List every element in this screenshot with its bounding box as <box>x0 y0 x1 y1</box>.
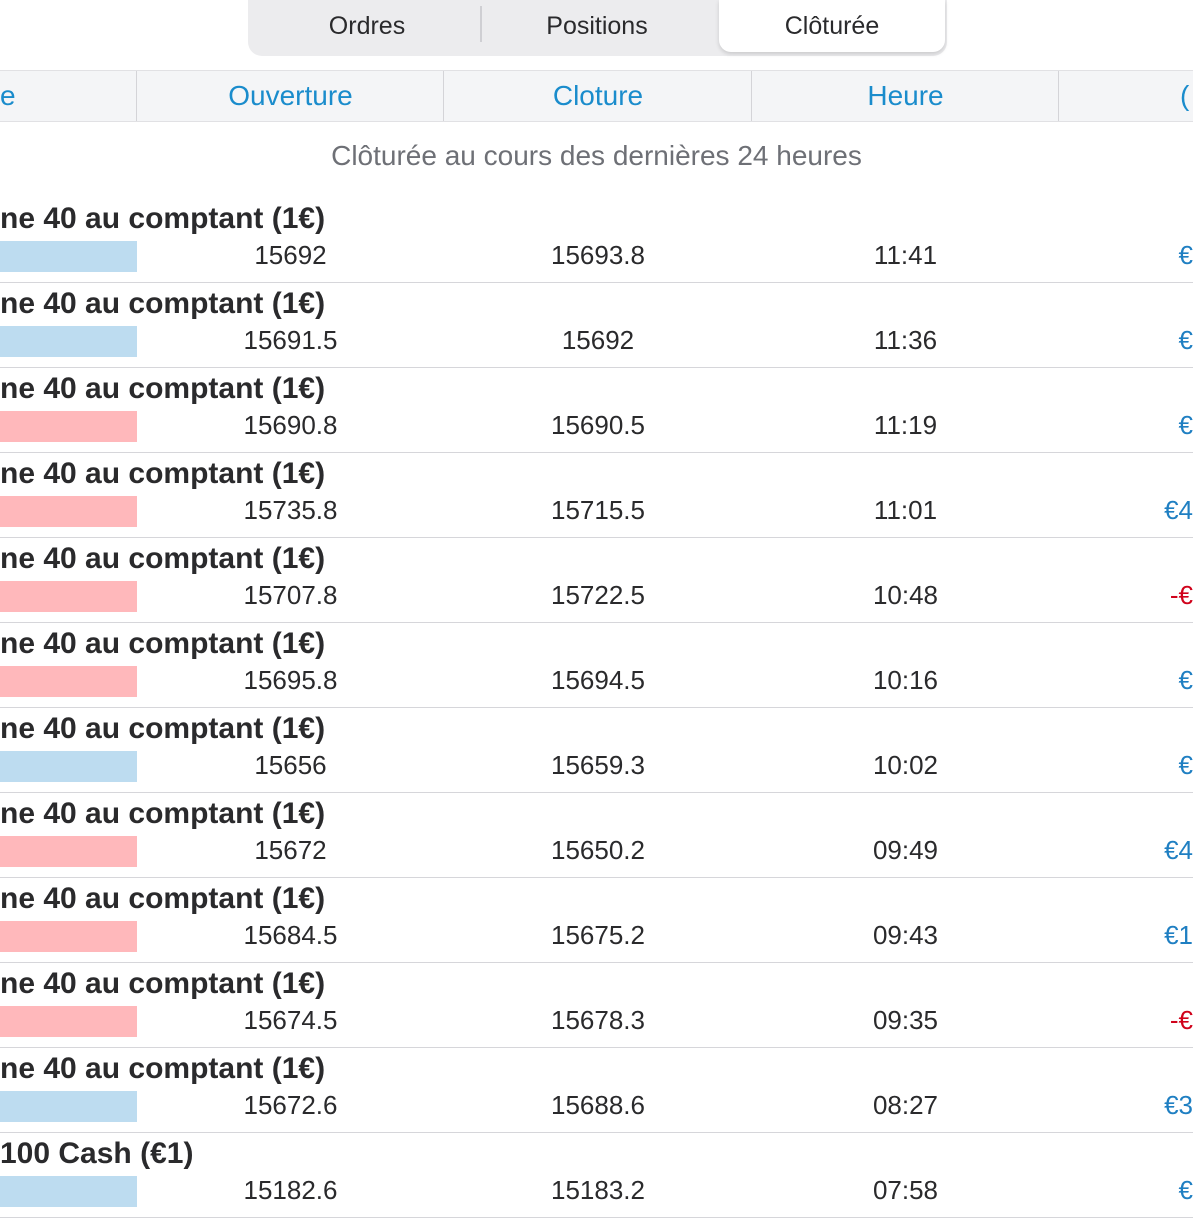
profit-loss-value: € <box>1178 1175 1193 1205</box>
profit-loss-value: € <box>1178 665 1193 695</box>
trade-direction-indicator <box>0 241 137 272</box>
close-price: 15183.2 <box>551 1175 645 1205</box>
table-row[interactable]: ne 40 au comptant (1€) 15672.6 15688.6 0… <box>0 1048 1193 1133</box>
column-close[interactable]: Cloture <box>444 71 752 121</box>
trade-direction-indicator <box>0 921 137 952</box>
column-header-bar: e Ouverture Cloture Heure ( <box>0 70 1193 122</box>
close-price: 15690.5 <box>551 410 645 440</box>
trade-direction-indicator <box>0 1006 137 1037</box>
table-row[interactable]: 100 Cash (€1) 15182.6 15183.2 07:58 € <box>0 1133 1193 1218</box>
profit-loss-value: €3 <box>1164 1090 1193 1120</box>
trade-direction-indicator <box>0 666 137 697</box>
tab-orders[interactable]: Ordres <box>254 0 480 52</box>
close-price: 15659.3 <box>551 750 645 780</box>
close-price: 15692 <box>561 325 635 355</box>
table-row[interactable]: ne 40 au comptant (1€) 15684.5 15675.2 0… <box>0 878 1193 963</box>
instrument-name: ne 40 au comptant (1€) <box>0 287 326 320</box>
close-time: 09:43 <box>872 920 939 950</box>
open-price: 15690.8 <box>243 410 338 440</box>
instrument-name: ne 40 au comptant (1€) <box>0 372 326 405</box>
table-row[interactable]: ne 40 au comptant (1€) 15735.8 15715.5 1… <box>0 453 1193 538</box>
trade-direction-indicator <box>0 411 137 442</box>
closed-positions-screen: Ordres Positions Clôturée e Ouverture Cl… <box>0 0 1193 1218</box>
close-time: 11:19 <box>873 410 938 440</box>
profit-loss-value: € <box>1178 240 1193 270</box>
profit-loss-value: € <box>1178 325 1193 355</box>
open-price: 15735.8 <box>243 495 338 525</box>
table-row[interactable]: ne 40 au comptant (1€) 15674.5 15678.3 0… <box>0 963 1193 1048</box>
trade-direction-indicator <box>0 1091 137 1122</box>
close-time: 11:36 <box>873 325 938 355</box>
instrument-name: ne 40 au comptant (1€) <box>0 967 326 1000</box>
close-time: 08:27 <box>872 1090 939 1120</box>
profit-loss-value: -€ <box>1169 580 1193 610</box>
close-price: 15722.5 <box>551 580 645 610</box>
open-price: 15182.6 <box>243 1175 338 1205</box>
column-name[interactable]: e <box>0 71 40 121</box>
table-row[interactable]: ne 40 au comptant (1€) 15707.8 15722.5 1… <box>0 538 1193 623</box>
open-price: 15692 <box>254 240 327 270</box>
closed-positions-list: ne 40 au comptant (1€) 15692 15693.8 11:… <box>0 198 1193 1218</box>
open-price: 15695.8 <box>243 665 338 695</box>
instrument-name: ne 40 au comptant (1€) <box>0 457 326 490</box>
tab-closed[interactable]: Clôturée <box>719 0 945 52</box>
closed-period-subtitle: Clôturée au cours des dernières 24 heure… <box>331 140 862 171</box>
profit-loss-value: €1 <box>1164 920 1193 950</box>
instrument-name: ne 40 au comptant (1€) <box>0 1052 326 1085</box>
close-price: 15678.3 <box>551 1005 645 1035</box>
trade-direction-indicator <box>0 326 137 357</box>
close-time: 09:49 <box>872 835 939 865</box>
close-time: 09:35 <box>872 1005 939 1035</box>
close-price: 15715.5 <box>551 495 645 525</box>
trade-direction-indicator <box>0 581 137 612</box>
profit-loss-value: -€ <box>1169 1005 1193 1035</box>
trade-direction-indicator <box>0 496 137 527</box>
close-price: 15650.2 <box>551 835 645 865</box>
tab-positions[interactable]: Positions <box>484 0 710 52</box>
close-price: 15688.6 <box>551 1090 645 1120</box>
instrument-name: ne 40 au comptant (1€) <box>0 202 326 235</box>
table-row[interactable]: ne 40 au comptant (1€) 15690.8 15690.5 1… <box>0 368 1193 453</box>
open-price: 15656 <box>254 750 327 780</box>
column-time[interactable]: Heure <box>752 71 1059 121</box>
open-price: 15672.6 <box>243 1090 338 1120</box>
column-pnl[interactable]: ( <box>1180 71 1193 121</box>
open-price: 15684.5 <box>243 920 338 950</box>
profit-loss-value: €4 <box>1164 495 1193 525</box>
close-time: 07:58 <box>872 1175 939 1205</box>
profit-loss-value: € <box>1178 410 1193 440</box>
close-time: 10:02 <box>872 750 939 780</box>
trade-direction-indicator <box>0 751 137 782</box>
close-price: 15693.8 <box>551 240 645 270</box>
trade-direction-indicator <box>0 1176 137 1207</box>
close-time: 11:41 <box>873 240 938 270</box>
column-open[interactable]: Ouverture <box>137 71 444 121</box>
close-time: 11:01 <box>873 495 938 525</box>
table-row[interactable]: ne 40 au comptant (1€) 15672 15650.2 09:… <box>0 793 1193 878</box>
profit-loss-value: €4 <box>1164 835 1193 865</box>
open-price: 15691.5 <box>243 325 338 355</box>
open-price: 15672 <box>254 835 327 865</box>
table-row[interactable]: ne 40 au comptant (1€) 15656 15659.3 10:… <box>0 708 1193 793</box>
instrument-name: ne 40 au comptant (1€) <box>0 882 326 915</box>
instrument-name: ne 40 au comptant (1€) <box>0 627 326 660</box>
instrument-name: ne 40 au comptant (1€) <box>0 712 326 745</box>
open-price: 15707.8 <box>243 580 338 610</box>
instrument-name: ne 40 au comptant (1€) <box>0 542 326 575</box>
column-separator <box>1058 71 1059 121</box>
segment-divider <box>480 6 482 42</box>
view-segmented-control: Ordres Positions Clôturée <box>248 0 947 56</box>
table-row[interactable]: ne 40 au comptant (1€) 15692 15693.8 11:… <box>0 198 1193 283</box>
close-time: 10:16 <box>872 665 939 695</box>
close-time: 10:48 <box>872 580 939 610</box>
profit-loss-value: € <box>1178 750 1193 780</box>
instrument-name: ne 40 au comptant (1€) <box>0 797 326 830</box>
open-price: 15674.5 <box>243 1005 338 1035</box>
table-row[interactable]: ne 40 au comptant (1€) 15695.8 15694.5 1… <box>0 623 1193 708</box>
close-price: 15694.5 <box>551 665 645 695</box>
close-price: 15675.2 <box>551 920 645 950</box>
table-row[interactable]: ne 40 au comptant (1€) 15691.5 15692 11:… <box>0 283 1193 368</box>
instrument-name: 100 Cash (€1) <box>0 1137 194 1170</box>
trade-direction-indicator <box>0 836 137 867</box>
